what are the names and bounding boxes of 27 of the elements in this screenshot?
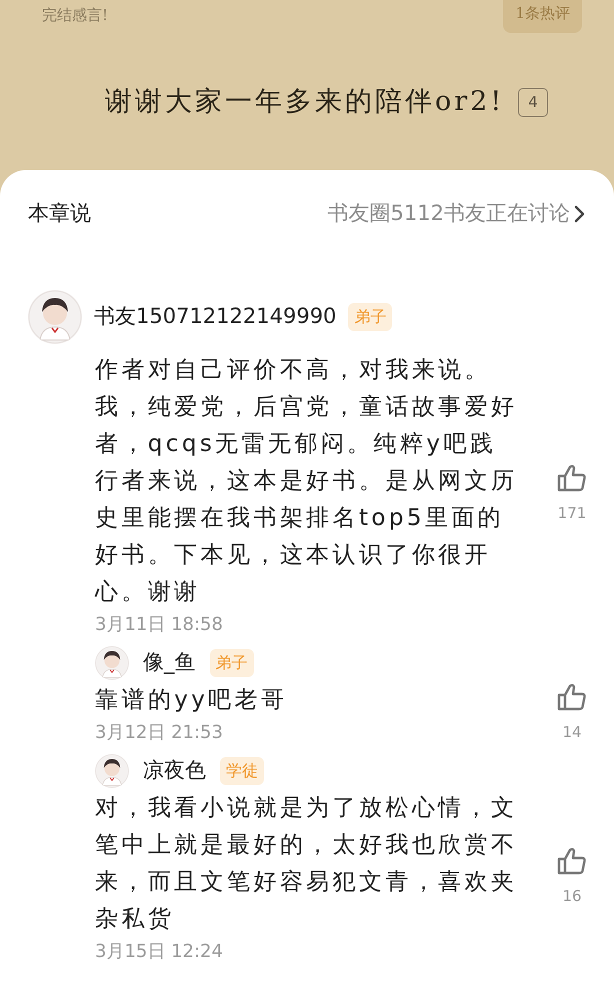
- rank-tag: 学徒: [220, 756, 264, 784]
- book-circle-link[interactable]: 书友圈5112书友正在讨论: [328, 198, 586, 230]
- comment-time: 3月11日 18:58: [95, 612, 224, 636]
- like-button[interactable]: 16: [542, 846, 602, 908]
- avatar[interactable]: [95, 754, 129, 788]
- comment-time: 3月15日 12:24: [95, 940, 224, 964]
- username[interactable]: 凉夜色: [143, 754, 206, 786]
- paragraph-text: 谢谢大家一年多来的陪伴or2!: [105, 85, 504, 119]
- thumbs-up-icon: [557, 846, 587, 875]
- avatar[interactable]: [95, 646, 129, 680]
- like-button[interactable]: 171: [542, 464, 602, 525]
- chevron-right-icon: [574, 204, 586, 223]
- hot-comments-button[interactable]: 1条热评: [503, 0, 582, 32]
- username[interactable]: 书友150712122149990: [94, 300, 336, 332]
- like-button[interactable]: 14: [542, 683, 602, 744]
- comment-text: 作者对自己评价不高，对我来说。我，纯爱党，后宫党，童话故事爱好者，qcqs无雷无郁闷。纯粹y吧践行者来说，这本是好书。是从网文历史里能摆在我书架排名top5里面的好书。下本见，这本认识了你很开心。谢谢: [95, 356, 518, 606]
- comment-time: 3月12日 21:53: [95, 720, 224, 744]
- rank-tag: 弟子: [210, 648, 254, 676]
- section-title: 本章说: [28, 200, 91, 227]
- comment-text: 对，我看小说就是为了放松心情，文笔中上就是最好的，太好我也欣赏不来，而且文笔好容易犯文青，喜欢夹杂私货: [95, 794, 518, 934]
- thumbs-up-icon: [557, 464, 587, 492]
- paragraph-comment-count[interactable]: 4: [518, 88, 548, 116]
- chapter-heading: 完结感言!: [42, 5, 108, 26]
- rank-tag: 弟子: [348, 302, 392, 330]
- thumbs-up-icon: [557, 683, 587, 712]
- comment-text: 靠谱的yy吧老哥: [95, 686, 288, 714]
- username[interactable]: 像_鱼: [143, 646, 196, 678]
